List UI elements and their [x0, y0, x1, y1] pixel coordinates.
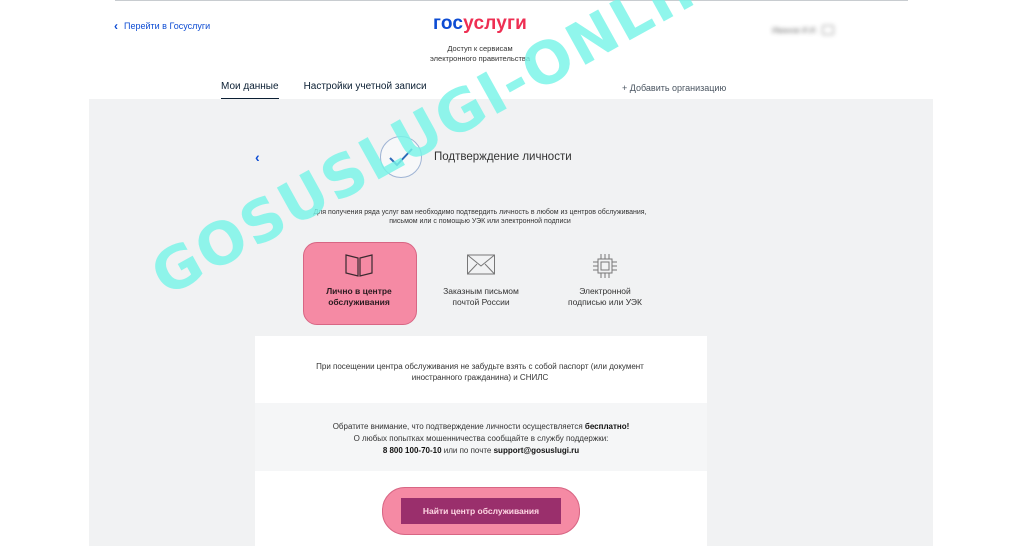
envelope-icon — [425, 252, 537, 286]
intro-text: Для получения ряда услуг вам необходимо … — [313, 209, 647, 225]
profile-tabs: Мои данные Настройки учетной записи — [221, 81, 427, 99]
logo-subtitle: Доступ к сервисам электронного правитель… — [429, 44, 531, 63]
back-to-gosuslugi-link[interactable]: ‹ Перейти в Госуслуги — [114, 18, 211, 33]
page-title: Подтверждение личности — [434, 151, 572, 163]
top-divider — [115, 0, 908, 1]
gosuslugi-logo[interactable]: госуслуги — [430, 13, 530, 35]
find-button-highlight: Найти центр обслуживания — [382, 487, 580, 535]
back-link-label: Перейти в Госуслуги — [124, 21, 211, 31]
support-email[interactable]: support@gosuslugi.ru — [494, 446, 580, 455]
method-electronic-signature[interactable]: Электронной подписью или УЭК — [549, 252, 661, 308]
user-name: Иванов И.И. — [772, 25, 818, 35]
logout-icon[interactable] — [821, 25, 834, 35]
method-registered-mail[interactable]: Заказным письмом почтой России — [425, 252, 537, 308]
tab-my-data[interactable]: Мои данные — [221, 81, 279, 99]
blurred-footer-content — [215, 537, 475, 546]
chevron-left-icon: ‹ — [114, 18, 118, 33]
user-menu[interactable]: Иванов И.И. — [772, 25, 834, 35]
free-service-notice: Обратите внимание, что подтверждение лич… — [332, 422, 630, 455]
tab-account-settings[interactable]: Настройки учетной записи — [304, 81, 427, 99]
support-phone: 8 800 100-70-10 — [382, 446, 442, 455]
checkmark-icon — [380, 136, 422, 178]
add-organization-link[interactable]: + Добавить организацию — [622, 83, 726, 93]
find-service-center-button[interactable]: Найти центр обслуживания — [401, 498, 561, 524]
chip-icon — [549, 252, 661, 286]
passport-reminder: При посещении центра обслуживания не заб… — [316, 362, 644, 382]
chevron-left-icon[interactable]: ‹ — [255, 149, 260, 165]
book-icon — [303, 252, 415, 286]
method-in-person[interactable]: Лично в центре обслуживания — [303, 252, 415, 308]
